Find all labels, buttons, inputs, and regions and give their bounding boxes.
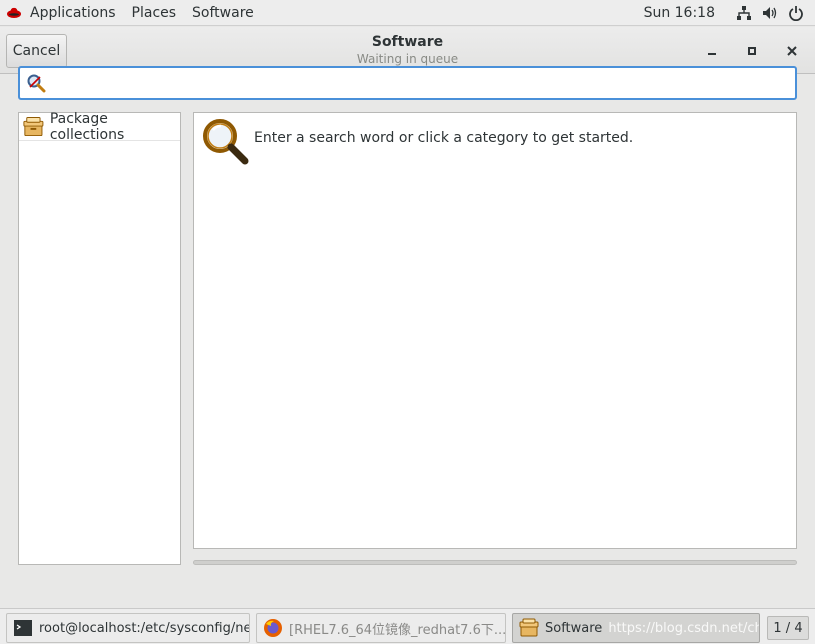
workspace-indicator[interactable]: 1 / 4	[767, 616, 809, 640]
task-software[interactable]: Software https://blog.csdn.net/chenfeife…	[512, 613, 760, 643]
package-collections-icon	[23, 116, 44, 136]
sidebar-item-label: Package collections	[49, 110, 125, 143]
window-title-block: Software Waiting in queue	[250, 33, 565, 67]
empty-state-hint: Enter a search word or click a category …	[254, 130, 634, 146]
sidebar-item-package-collections[interactable]: Package collections	[19, 110, 180, 143]
maximize-button[interactable]	[741, 40, 763, 62]
close-button[interactable]	[781, 40, 803, 62]
close-icon	[787, 46, 797, 56]
applications-menu[interactable]: Applications	[0, 0, 124, 26]
search-icon	[27, 74, 46, 93]
firefox-icon	[264, 619, 282, 637]
task-firefox[interactable]: [RHEL7.6_64位镜像_redhat7.6下...	[256, 613, 506, 643]
clock[interactable]: Sun 16:18	[636, 0, 731, 26]
magnifier-icon	[203, 119, 249, 165]
task-firefox-label: [RHEL7.6_64位镜像_redhat7.6下...	[289, 622, 506, 638]
cancel-button[interactable]: Cancel	[6, 34, 67, 68]
results-pane: Enter a search word or click a category …	[193, 112, 797, 549]
category-sidebar: Package collections	[18, 110, 181, 565]
progress-bar	[193, 560, 797, 565]
redhat-logo-icon	[7, 7, 21, 18]
terminal-icon	[14, 620, 32, 636]
taskbar: root@localhost:/etc/sysconfig/net... [RH…	[0, 608, 815, 644]
system-tray: Sun 16:18	[636, 0, 815, 26]
software-app-menu[interactable]: Software	[184, 0, 262, 26]
maximize-icon	[748, 47, 756, 55]
applications-menu-label: Applications	[30, 4, 116, 21]
task-terminal-label: root@localhost:/etc/sysconfig/net...	[39, 620, 250, 636]
network-icon[interactable]	[735, 4, 753, 22]
search-field[interactable]	[18, 66, 797, 100]
top-panel: Applications Places Software Sun 16:18	[0, 0, 815, 26]
power-icon[interactable]	[787, 4, 805, 22]
task-software-label: Software	[545, 620, 603, 636]
window-subtitle: Waiting in queue	[356, 52, 459, 66]
task-terminal[interactable]: root@localhost:/etc/sysconfig/net...	[6, 613, 250, 643]
window-title: Software	[371, 34, 444, 50]
minimize-icon	[708, 53, 716, 55]
watermark-text: https://blog.csdn.net/chenfeifei123	[608, 620, 759, 636]
search-input[interactable]	[52, 72, 782, 94]
software-app-menu-label: Software	[192, 4, 254, 21]
minimize-button[interactable]	[701, 40, 723, 62]
places-menu[interactable]: Places	[124, 0, 185, 26]
volume-icon[interactable]	[761, 4, 779, 22]
software-icon	[519, 618, 539, 637]
places-menu-label: Places	[131, 4, 177, 21]
